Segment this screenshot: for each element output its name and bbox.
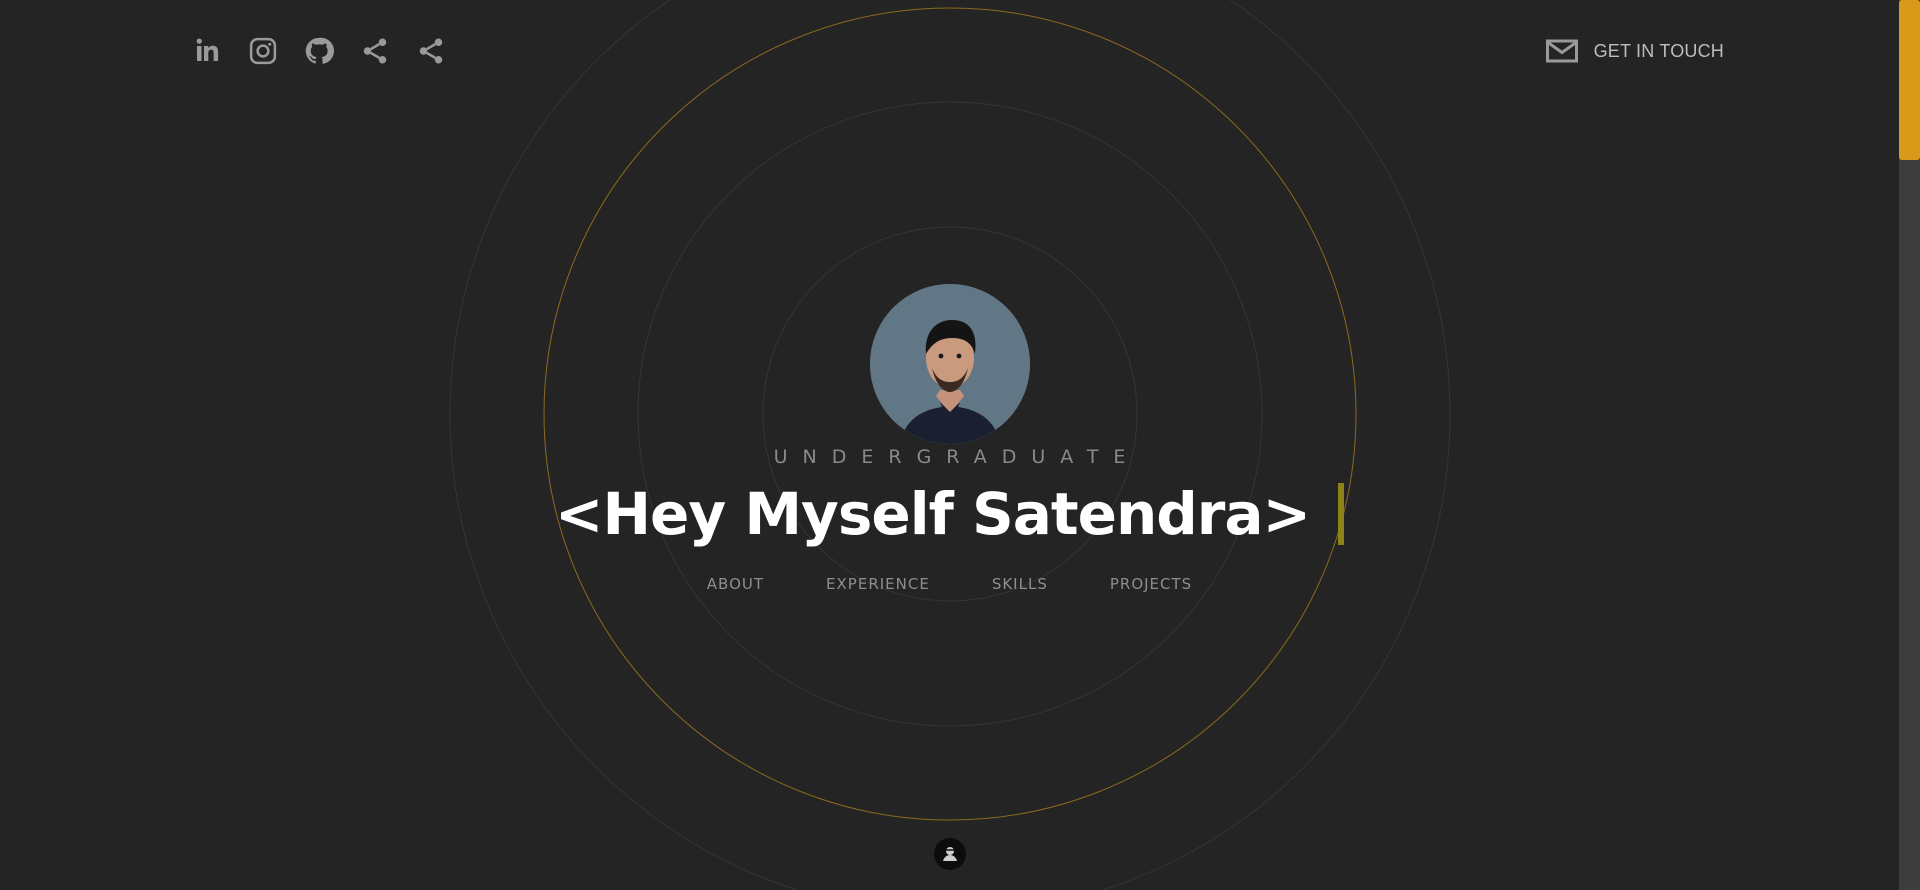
logo-badge[interactable] bbox=[934, 838, 966, 870]
nav-projects[interactable]: PROJECTS bbox=[1110, 575, 1192, 593]
scrollbar-thumb[interactable] bbox=[1899, 0, 1920, 160]
get-in-touch-label: GET IN TOUCH bbox=[1593, 40, 1724, 61]
main-nav: ABOUT EXPERIENCE SKILLS PROJECTS bbox=[0, 575, 1899, 593]
nav-skills[interactable]: SKILLS bbox=[992, 575, 1048, 593]
portfolio-page: GET IN TOUCH UNDERGRADUATE <Hey Myself S… bbox=[0, 0, 1920, 890]
instagram-icon[interactable] bbox=[246, 34, 280, 68]
hero-headline: <Hey Myself Satendra> bbox=[554, 480, 1311, 548]
nav-about[interactable]: ABOUT bbox=[707, 575, 764, 593]
background-rings bbox=[449, 0, 1451, 890]
nav-experience[interactable]: EXPERIENCE bbox=[826, 575, 930, 593]
typing-cursor bbox=[1338, 483, 1345, 545]
headline-row: <Hey Myself Satendra> bbox=[0, 474, 1899, 554]
mail-icon bbox=[1545, 39, 1578, 63]
page-scrollbar[interactable] bbox=[1899, 0, 1920, 890]
github-icon[interactable] bbox=[302, 34, 336, 68]
get-in-touch-link[interactable]: GET IN TOUCH bbox=[1545, 38, 1724, 64]
logo-icon bbox=[943, 847, 957, 861]
linkedin-icon[interactable] bbox=[190, 34, 224, 68]
share-icon[interactable] bbox=[414, 34, 448, 68]
share-icon[interactable] bbox=[358, 34, 392, 68]
role-tagline: UNDERGRADUATE bbox=[773, 446, 1141, 468]
social-links bbox=[190, 34, 448, 68]
profile-photo bbox=[870, 284, 1030, 444]
